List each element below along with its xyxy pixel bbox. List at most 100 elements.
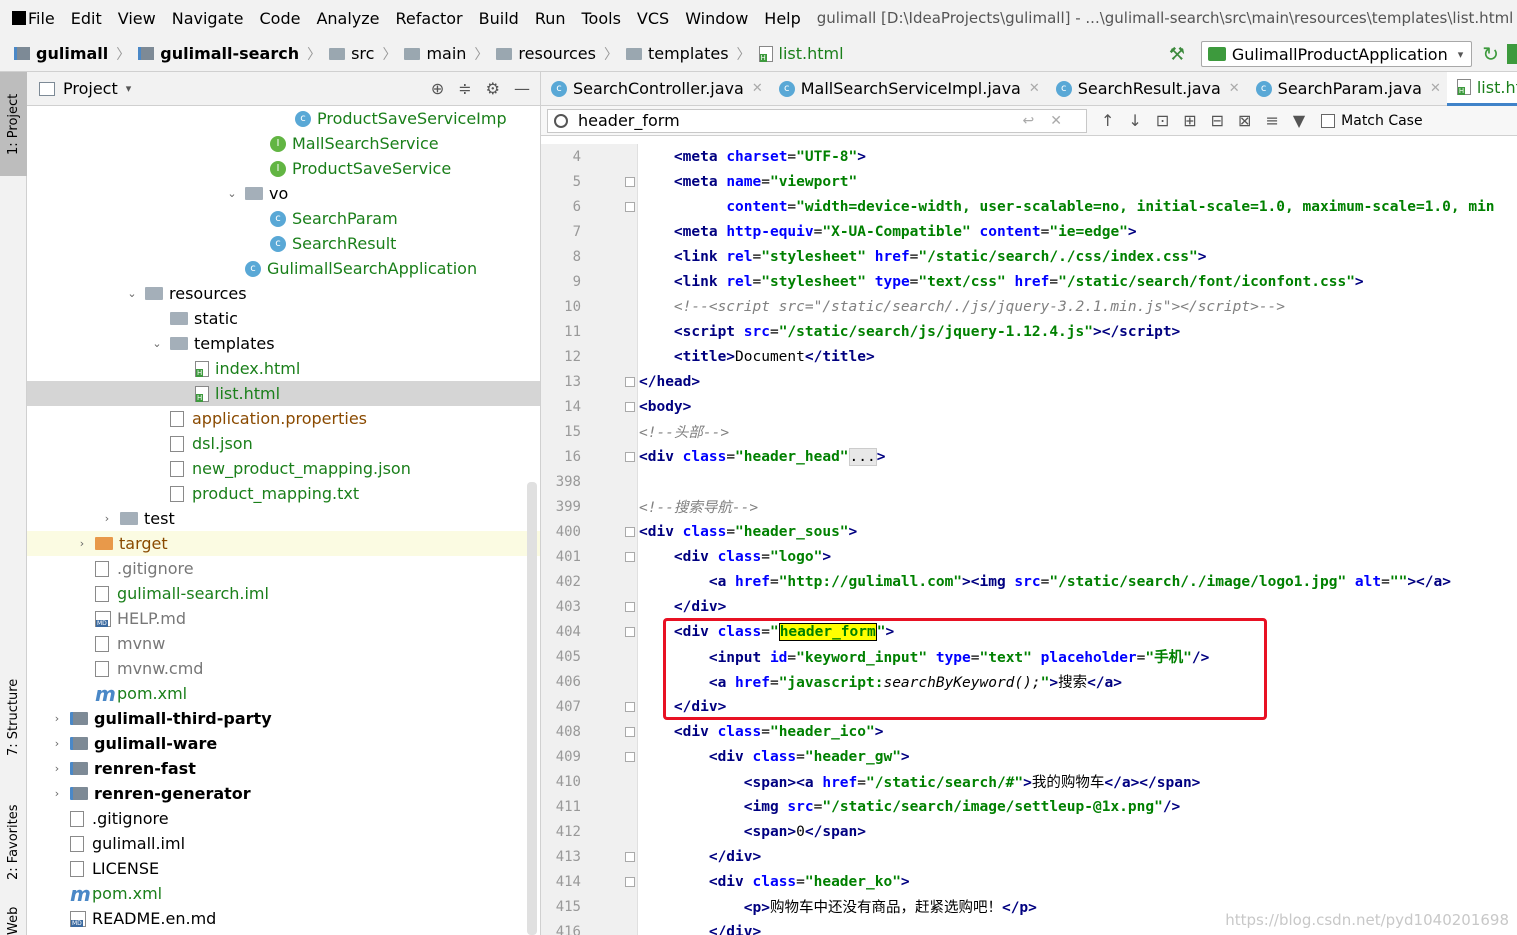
breadcrumb-item[interactable]: main <box>400 44 470 63</box>
code-line[interactable]: 9 <link rel="stylesheet" type="text/css"… <box>541 269 1517 294</box>
code-line[interactable]: 408 <div class="header_ico"> <box>541 719 1517 744</box>
tool-tab-structure[interactable]: 7: Structure <box>0 662 27 772</box>
tree-item[interactable]: I MallSearchService <box>27 131 540 156</box>
code-line[interactable]: 7 <meta http-equiv="X-UA-Compatible" con… <box>541 219 1517 244</box>
chevron-down-icon[interactable]: ⌄ <box>125 287 139 300</box>
tree-item[interactable]: c ProductSaveServiceImp <box>27 106 540 131</box>
tree-item[interactable]: application.properties <box>27 406 540 431</box>
gear-icon[interactable]: ⚙ <box>486 79 500 98</box>
code-line[interactable]: 15 <!--头部--> <box>541 419 1517 444</box>
tree-item[interactable]: gulimall.iml <box>27 831 540 856</box>
code-line[interactable]: 406 <a href="javascript:searchByKeyword(… <box>541 669 1517 694</box>
code-line[interactable]: 4 <meta charset="UTF-8"> <box>541 144 1517 169</box>
fold-marker-icon[interactable] <box>625 176 635 187</box>
menu-build[interactable]: Build <box>471 9 527 28</box>
tool-tab-favorites[interactable]: 2: Favorites <box>0 787 27 897</box>
tree-item[interactable]: .gitignore <box>27 806 540 831</box>
code-line[interactable]: 411 <img src="/static/search/image/settl… <box>541 794 1517 819</box>
tool-tab-project[interactable]: 1: Project <box>0 72 27 176</box>
code-line[interactable]: 407 </div> <box>541 694 1517 719</box>
code-line[interactable]: 12 <title>Document</title> <box>541 344 1517 369</box>
menu-vcs[interactable]: VCS <box>629 9 677 28</box>
fold-marker-icon[interactable] <box>625 601 635 612</box>
fold-marker-icon[interactable] <box>625 201 635 212</box>
code-line[interactable]: 410 <span><a href="/static/search/#">我的购… <box>541 769 1517 794</box>
tree-item[interactable]: .gitignore <box>27 556 540 581</box>
chevron-right-icon[interactable]: › <box>50 712 64 725</box>
tree-item[interactable]: I ProductSaveService <box>27 156 540 181</box>
tree-item[interactable]: index.html <box>27 356 540 381</box>
tree-item[interactable]: static <box>27 306 540 331</box>
match-case-checkbox[interactable] <box>1321 113 1336 128</box>
build-hammer-icon[interactable]: ⚒ <box>1169 44 1189 65</box>
fold-marker-icon[interactable] <box>625 751 635 762</box>
chevron-right-icon[interactable]: › <box>50 737 64 750</box>
code-line[interactable]: 414 <div class="header_ko"> <box>541 869 1517 894</box>
code-line[interactable]: 413 </div> <box>541 844 1517 869</box>
close-icon[interactable]: ✕ <box>1029 81 1040 96</box>
tree-item[interactable]: › target <box>27 531 540 556</box>
code-line[interactable]: 13 </head> <box>541 369 1517 394</box>
code-line[interactable]: 14 <body> <box>541 394 1517 419</box>
tree-item[interactable]: list.html <box>27 381 540 406</box>
run-configuration-select[interactable]: GulimallProductApplication ▾ <box>1200 41 1473 67</box>
tool-tab-web[interactable]: Web <box>0 907 27 935</box>
code-line[interactable]: 409 <div class="header_gw"> <box>541 744 1517 769</box>
find-input-actions[interactable]: ↩✕ <box>1023 113 1086 129</box>
editor-tab[interactable]: c SearchParam.java ✕ <box>1246 72 1447 106</box>
menu-window[interactable]: Window <box>677 9 756 28</box>
menu-refactor[interactable]: Refactor <box>388 9 471 28</box>
add-selection-icon[interactable]: ⊞ <box>1183 111 1196 130</box>
tree-item[interactable]: HELP.md <box>27 606 540 631</box>
editor-tab[interactable]: c MallSearchServiceImpl.java ✕ <box>769 72 1046 106</box>
chevron-down-icon[interactable]: ⌄ <box>150 337 164 350</box>
project-scrollbar[interactable] <box>527 482 537 935</box>
editor-tab[interactable]: list.html✕ <box>1446 72 1517 106</box>
menu-navigate[interactable]: Navigate <box>164 9 252 28</box>
tree-item[interactable]: › test <box>27 506 540 531</box>
close-icon[interactable]: ✕ <box>752 81 763 96</box>
fold-marker-icon[interactable] <box>625 626 635 637</box>
tree-item[interactable]: mvnw <box>27 631 540 656</box>
tree-item[interactable]: ⌄ vo <box>27 181 540 206</box>
code-line[interactable]: 400 <div class="header_sous"> <box>541 519 1517 544</box>
close-icon[interactable]: ✕ <box>1229 81 1240 96</box>
chevron-right-icon[interactable]: › <box>75 537 89 550</box>
chevron-down-icon[interactable]: ⌄ <box>225 187 239 200</box>
code-line[interactable]: 5 <meta name="viewport" <box>541 169 1517 194</box>
tree-item[interactable]: c GulimallSearchApplication <box>27 256 540 281</box>
next-occurrence-icon[interactable]: ↓ <box>1128 111 1141 130</box>
code-line[interactable]: 399 <!--搜索导航--> <box>541 494 1517 519</box>
fold-marker-icon[interactable] <box>625 451 635 462</box>
chevron-right-icon[interactable]: › <box>100 512 114 525</box>
find-input[interactable]: header_form ↩✕ <box>547 108 1087 133</box>
fold-marker-icon[interactable] <box>625 851 635 862</box>
breadcrumb-item[interactable]: gulimall <box>10 44 112 63</box>
tree-item[interactable]: c SearchResult <box>27 231 540 256</box>
code-line[interactable]: 398 <box>541 469 1517 494</box>
tree-item[interactable]: c SearchParam <box>27 206 540 231</box>
project-panel-title[interactable]: Project <box>63 79 118 98</box>
run-icon[interactable] <box>1507 44 1517 64</box>
collapse-all-icon[interactable]: ≑ <box>458 79 471 98</box>
tree-item[interactable]: gulimall-search.iml <box>27 581 540 606</box>
match-case-toggle[interactable]: Match Case <box>1321 113 1423 129</box>
menu-file[interactable]: File <box>20 9 63 28</box>
rerun-icon[interactable]: ↻ <box>1482 42 1499 66</box>
menu-run[interactable]: Run <box>527 9 574 28</box>
fold-marker-icon[interactable] <box>625 376 635 387</box>
tree-item[interactable]: product_mapping.txt <box>27 481 540 506</box>
tree-item[interactable]: new_product_mapping.json <box>27 456 540 481</box>
code-line[interactable]: 404 <div class="header_form"> <box>541 619 1517 644</box>
fold-marker-icon[interactable] <box>625 526 635 537</box>
hide-icon[interactable]: — <box>514 79 530 98</box>
tree-item[interactable]: ⌄ resources <box>27 281 540 306</box>
menu-code[interactable]: Code <box>252 9 309 28</box>
code-line[interactable]: 8 <link rel="stylesheet" href="/static/s… <box>541 244 1517 269</box>
tree-item[interactable]: ⌄ templates <box>27 331 540 356</box>
code-line[interactable]: 16 <div class="header_head"...> <box>541 444 1517 469</box>
tree-item[interactable]: › gulimall-ware <box>27 731 540 756</box>
fold-marker-icon[interactable] <box>625 701 635 712</box>
code-line[interactable]: 405 <input id="keyword_input" type="text… <box>541 644 1517 669</box>
close-icon[interactable]: ✕ <box>1430 81 1441 96</box>
